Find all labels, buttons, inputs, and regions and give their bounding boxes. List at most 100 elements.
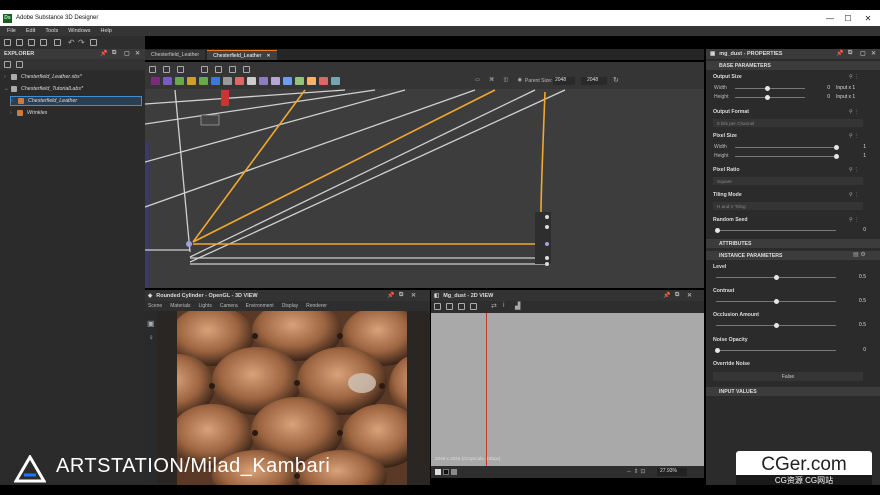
output-format-dropdown[interactable]: 8 bits per Channel: [713, 119, 863, 127]
shortcut-icon-4[interactable]: ◉: [518, 77, 522, 83]
occlusion-amount-slider[interactable]: [716, 323, 836, 328]
contrast-slider[interactable]: [716, 299, 836, 304]
param-inherit-icon[interactable]: ⚲ ⋮: [849, 133, 859, 139]
param-inherit-icon[interactable]: ⚲ ⋮: [849, 217, 859, 223]
atomic-node-button[interactable]: [271, 77, 280, 85]
node-output[interactable]: [535, 212, 551, 264]
info-icon[interactable]: i: [503, 302, 505, 309]
output-width-mode[interactable]: Input x 1: [836, 85, 862, 91]
save-all-icon[interactable]: [40, 39, 47, 46]
level-slider[interactable]: [716, 275, 836, 280]
output-width-value[interactable]: 0: [812, 85, 830, 91]
close-panel-icon[interactable]: ✕: [411, 292, 416, 299]
pixel-ratio-dropdown[interactable]: Square: [713, 177, 863, 185]
atomic-node-button[interactable]: [259, 77, 268, 85]
comment-icon[interactable]: [163, 66, 170, 73]
section-attributes[interactable]: ATTRIBUTES: [706, 239, 880, 248]
param-inherit-icon[interactable]: ⚲ ⋮: [849, 192, 859, 198]
slider-knob[interactable]: [765, 95, 770, 100]
view3d-menu-display[interactable]: Display: [282, 303, 298, 309]
override-noise-toggle[interactable]: False: [713, 372, 863, 381]
menu-help[interactable]: Help: [101, 28, 112, 34]
zoom-tools-icons[interactable]: ⇔ ⇕ ⊡: [626, 468, 645, 475]
pixel-height-value[interactable]: 1: [848, 153, 866, 159]
tab-graph-1[interactable]: Chesterfield_Leather: [145, 50, 206, 60]
menu-tools[interactable]: Tools: [45, 28, 58, 34]
atomic-node-button[interactable]: [163, 77, 172, 85]
tree-item-package-1[interactable]: › Chesterfield_Leather.sbs*: [4, 72, 82, 82]
port-2[interactable]: [545, 225, 549, 229]
slider-knob[interactable]: [715, 228, 720, 233]
node-small[interactable]: [200, 114, 220, 126]
atomic-node-button[interactable]: [247, 77, 256, 85]
node-red[interactable]: [221, 90, 229, 106]
layout-icon[interactable]: [229, 66, 236, 73]
param-inherit-icon[interactable]: ⚲ ⋮: [849, 167, 859, 173]
frame-icon[interactable]: [149, 66, 156, 73]
float-icon[interactable]: ⧉: [675, 292, 679, 299]
color-swatch-gray[interactable]: [451, 469, 457, 475]
color-swatch-black[interactable]: [443, 469, 449, 475]
undo-icon[interactable]: ↶: [68, 38, 75, 47]
noise-opacity-value[interactable]: 0: [848, 347, 866, 353]
pixel-height-slider[interactable]: [735, 154, 839, 159]
float-icon[interactable]: ⧉: [848, 50, 852, 57]
redo-icon[interactable]: ↷: [78, 38, 85, 47]
copy-image-icon[interactable]: [458, 303, 465, 310]
tree-item-graph-selected[interactable]: › Chesterfield_Leather: [10, 96, 142, 106]
view3d-menu-environment[interactable]: Environment: [246, 303, 274, 309]
tree-item-package-2[interactable]: ⌄ Chesterfield_TutorialLabs*: [4, 84, 83, 94]
noise-opacity-slider[interactable]: [715, 348, 836, 353]
explorer-save-icon[interactable]: [16, 61, 23, 68]
slider-knob[interactable]: [834, 145, 839, 150]
slider-knob[interactable]: [765, 86, 770, 91]
histogram-icon[interactable]: ▟: [515, 302, 520, 310]
level-value[interactable]: 0.5: [848, 274, 866, 280]
maximize-panel-icon[interactable]: ▢: [860, 50, 866, 57]
menu-file[interactable]: File: [7, 28, 16, 34]
port-3[interactable]: [545, 242, 549, 246]
section-base-parameters[interactable]: BASE PARAMETERS: [706, 61, 880, 70]
output-width-slider[interactable]: [735, 86, 805, 91]
maximize-panel-icon[interactable]: ▢: [124, 50, 130, 57]
atomic-node-button[interactable]: [199, 77, 208, 85]
tab-graph-2-active[interactable]: Chesterfield_Leather ✕: [207, 50, 277, 60]
param-inherit-icon[interactable]: ⚲ ⋮: [849, 74, 859, 80]
close-panel-icon[interactable]: ✕: [687, 292, 692, 299]
light-icon[interactable]: ♀: [148, 333, 154, 342]
slider-knob[interactable]: [774, 323, 779, 328]
output-height-value[interactable]: 0: [812, 94, 830, 100]
size-select[interactable]: 2048: [581, 77, 607, 85]
param-inherit-icon[interactable]: ⚲ ⋮: [849, 109, 859, 115]
align-icon[interactable]: [215, 66, 222, 73]
instance-settings-icon[interactable]: ▤ ⚙: [853, 251, 866, 258]
refresh-icon[interactable]: ↻: [613, 76, 619, 84]
view2d-canvas[interactable]: 2048 x 2048 (Grayscale, 16bpc): [431, 313, 704, 466]
slider-knob[interactable]: [834, 154, 839, 159]
atomic-node-button[interactable]: [319, 77, 328, 85]
pin-icon[interactable]: 📌: [387, 292, 394, 299]
pin-icon[interactable]: 📌: [836, 50, 843, 57]
output-height-slider[interactable]: [735, 95, 805, 100]
atomic-node-button[interactable]: [223, 77, 232, 85]
new-graph-icon[interactable]: [4, 39, 11, 46]
atomic-node-button[interactable]: [187, 77, 196, 85]
float-icon[interactable]: ⧉: [112, 50, 116, 57]
node-input-port[interactable]: [186, 241, 192, 247]
save-icon[interactable]: [28, 39, 35, 46]
slider-knob[interactable]: [715, 348, 720, 353]
menu-edit[interactable]: Edit: [26, 28, 35, 34]
float-icon[interactable]: ⧉: [399, 292, 403, 299]
atomic-node-button[interactable]: [211, 77, 220, 85]
search-icon[interactable]: [201, 66, 208, 73]
atomic-node-button[interactable]: [331, 77, 340, 85]
parent-size-select[interactable]: 2048: [553, 77, 575, 85]
close-panel-icon[interactable]: ✕: [135, 50, 140, 57]
view3d-menu-camera[interactable]: Camera: [220, 303, 238, 309]
section-input-values[interactable]: INPUT VALUES: [706, 387, 880, 396]
view3d-menu-scene[interactable]: Scene: [148, 303, 162, 309]
zoom-field[interactable]: 27.93%: [657, 468, 687, 476]
fit-view-icon[interactable]: [434, 303, 441, 310]
pin-icon[interactable]: 📌: [663, 292, 670, 299]
random-seed-value[interactable]: 0: [848, 227, 866, 233]
